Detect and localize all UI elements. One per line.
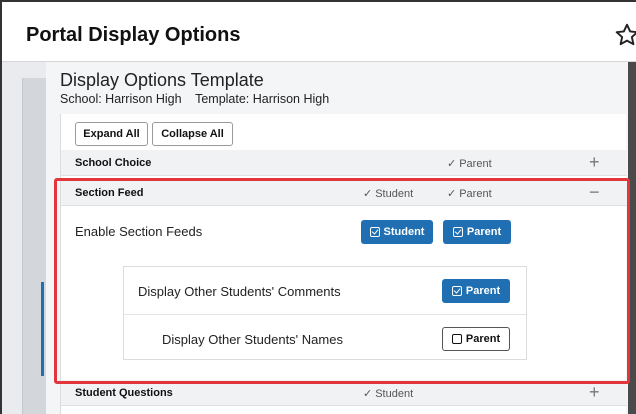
comments-label: Display Other Students' Comments	[138, 284, 341, 299]
row-label: Student Questions	[75, 387, 173, 399]
expand-icon[interactable]: +	[589, 382, 600, 403]
page-title: Portal Display Options	[26, 24, 241, 46]
check-icon: ✓	[363, 188, 373, 200]
sub-row-comments: Display Other Students' Comments Parent	[124, 267, 526, 314]
enable-section-feeds-label: Enable Section Feeds	[75, 224, 203, 239]
collapse-icon[interactable]: −	[589, 182, 600, 203]
button-label: Parent	[465, 333, 501, 345]
template-name: Template: Harrison High	[195, 92, 330, 106]
row-label: School Choice	[75, 157, 152, 169]
checkbox-checked-icon	[452, 227, 463, 237]
checkbox-checked-icon	[451, 286, 462, 296]
star-icon[interactable]	[614, 22, 636, 48]
row-student-questions[interactable]: Student Questions ✓ Student +	[61, 380, 627, 406]
parent-label: Parent	[459, 188, 492, 200]
button-label: Parent	[466, 226, 502, 238]
options-content: Expand All Collapse All School Choice ✓ P…	[60, 114, 627, 414]
scrollbar[interactable]	[628, 62, 636, 414]
parent-label: Parent	[459, 158, 492, 170]
check-icon: ✓	[447, 188, 457, 200]
checkbox-checked-icon	[369, 227, 380, 237]
expand-icon[interactable]: +	[589, 152, 600, 173]
button-label: Student	[383, 226, 425, 238]
student-label: Student	[375, 188, 414, 200]
row-school-choice[interactable]: School Choice ✓ Parent +	[61, 150, 627, 176]
enable-student-button[interactable]: Student	[361, 220, 433, 244]
parent-status: ✓ Parent	[447, 157, 492, 170]
collapse-all-button[interactable]: Collapse All	[152, 122, 233, 146]
row-label: Section Feed	[75, 187, 144, 199]
template-subtitle: School: Harrison High Template: Harrison…	[60, 92, 329, 106]
names-parent-button[interactable]: Parent	[442, 327, 510, 351]
row-section-feed[interactable]: Section Feed ✓ Student ✓ Parent −	[61, 180, 627, 206]
expand-all-button[interactable]: Expand All	[75, 122, 148, 146]
page-header: Portal Display Options	[2, 2, 636, 62]
selection-indicator	[41, 282, 44, 376]
checkbox-unchecked-icon	[451, 334, 462, 344]
comments-parent-button[interactable]: Parent	[442, 279, 510, 303]
parent-status: ✓ Parent	[447, 187, 492, 200]
button-label: Parent	[465, 285, 501, 297]
enable-parent-button[interactable]: Parent	[443, 220, 511, 244]
sub-options-panel: Display Other Students' Comments Parent …	[123, 266, 527, 360]
student-status: ✓ Student	[363, 387, 413, 400]
check-icon: ✓	[447, 158, 457, 170]
side-panel	[22, 78, 46, 414]
sub-row-names: Display Other Students' Names Parent	[124, 314, 526, 361]
check-icon: ✓	[363, 388, 373, 400]
student-label: Student	[375, 388, 414, 400]
template-title: Display Options Template	[60, 70, 264, 90]
student-status: ✓ Student	[363, 187, 413, 200]
template-panel: Display Options Template School: Harriso…	[46, 62, 628, 414]
names-label: Display Other Students' Names	[162, 332, 343, 347]
school-name: School: Harrison High	[60, 92, 182, 106]
